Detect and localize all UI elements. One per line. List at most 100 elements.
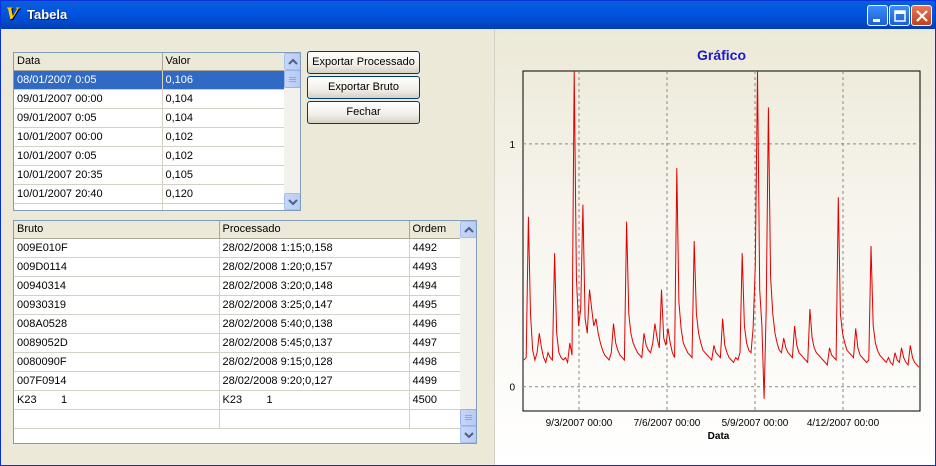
x-tick-label: 9/3/2007 00:00 [546, 418, 613, 429]
table-cell: 007F0914 [14, 371, 220, 391]
table-cell [14, 203, 163, 210]
table-row[interactable]: 10/01/2007 20:40 0,120 [14, 184, 285, 204]
table-cell: 28/02/2008 1:15;0,158 [219, 238, 410, 258]
table-cell: 008A0528 [14, 314, 220, 334]
minimize-button[interactable] [867, 5, 888, 26]
export-processed-button[interactable]: Exportar Processado [307, 51, 420, 74]
table-cell: 4499 [409, 371, 461, 391]
scroll-thumb[interactable] [460, 409, 476, 426]
window-title: Tabela [27, 7, 68, 22]
table-row[interactable]: K23 1 K23 1 4500 [14, 390, 461, 410]
table-cell: 0,120 [162, 184, 285, 204]
app-logo-icon: V [6, 4, 19, 23]
table-cell: 4496 [409, 314, 461, 334]
table-row[interactable]: 09/01/2007 0:05 0,104 [14, 108, 285, 128]
x-tick-label: 4/12/2007 00:00 [807, 418, 880, 429]
table-cell: 28/02/2008 9:15;0,128 [219, 352, 410, 372]
export-raw-button[interactable]: Exportar Bruto [307, 76, 420, 99]
table-cell: 009E010F [14, 238, 220, 258]
scroll-down-button[interactable] [460, 426, 476, 443]
x-tick-label: 7/6/2007 00:00 [634, 418, 701, 429]
chart-panel: Gráfico 0 1 9/3/2007 00:00 7/6/2007 00:00 5/9… [494, 29, 935, 465]
table-cell: 4495 [409, 295, 461, 315]
table-cell [14, 409, 220, 429]
table-cell: 0,102 [162, 146, 285, 166]
table-cell: 4494 [409, 276, 461, 296]
chart-title: Gráfico [697, 47, 746, 63]
top-grid-scrollbar[interactable] [284, 53, 300, 210]
table-cell: 09/01/2007 00:00 [14, 89, 163, 109]
table-cell: 4492 [409, 238, 461, 258]
table-cell: 0,104 [162, 108, 285, 128]
table-cell: 0,104 [162, 89, 285, 109]
raw-processed-grid[interactable]: Bruto Processado Ordem 009E010F 28/02/200… [13, 220, 477, 444]
table-cell: 4500 [409, 390, 461, 410]
table-cell: 4498 [409, 352, 461, 372]
table-row[interactable]: 009E010F 28/02/2008 1:15;0,158 4492 [14, 238, 461, 258]
table-row[interactable]: 009D0114 28/02/2008 1:20;0,157 4493 [14, 257, 461, 277]
scroll-thumb[interactable] [284, 70, 300, 88]
close-button[interactable]: Fechar [307, 101, 420, 124]
table-row[interactable]: 10/01/2007 00:00 0,102 [14, 127, 285, 147]
table-row[interactable]: 007F0914 28/02/2008 9:20;0,127 4499 [14, 371, 461, 391]
column-header-ordem[interactable]: Ordem [409, 221, 461, 239]
table-cell: 00930319 [14, 295, 220, 315]
table-cell: 009D0114 [14, 257, 220, 277]
table-cell: 0,102 [162, 127, 285, 147]
column-header-bruto[interactable]: Bruto [14, 221, 220, 239]
table-cell: 0,106 [162, 70, 285, 90]
table-row[interactable]: 09/01/2007 00:00 0,104 [14, 89, 285, 109]
column-header-processado[interactable]: Processado [219, 221, 410, 239]
table-cell: 28/02/2008 1:20;0,157 [219, 257, 410, 277]
table-cell: 00940314 [14, 276, 220, 296]
app-window: V Tabela Data Valor 08/01/2007 0:05 0,106… [0, 0, 936, 466]
table-row[interactable]: 08/01/2007 0:05 0,106 [14, 70, 285, 90]
table-row[interactable]: 00940314 28/02/2008 3:20;0,148 4494 [14, 276, 461, 296]
title-bar[interactable]: V Tabela [1, 1, 935, 29]
table-row[interactable] [14, 203, 285, 210]
table-cell: 0080090F [14, 352, 220, 372]
chevron-down-icon [288, 199, 298, 206]
table-cell: 28/02/2008 5:40;0,138 [219, 314, 410, 334]
scroll-down-button[interactable] [284, 193, 300, 210]
chevron-up-icon [288, 58, 298, 65]
y-tick-label: 1 [509, 140, 515, 151]
maximize-button[interactable] [889, 5, 910, 26]
table-row[interactable]: 0089052D 28/02/2008 5:45;0,137 4497 [14, 333, 461, 353]
close-window-button[interactable] [911, 5, 932, 26]
chevron-down-icon [464, 432, 474, 439]
data-value-grid[interactable]: Data Valor 08/01/2007 0:05 0,106 09/01/200… [13, 52, 301, 211]
table-row[interactable] [14, 409, 461, 429]
column-header-valor[interactable]: Valor [162, 53, 285, 71]
table-row[interactable]: 10/01/2007 20:35 0,105 [14, 165, 285, 185]
table-cell: 28/02/2008 5:45;0,137 [219, 333, 410, 353]
table-cell: 10/01/2007 20:35 [14, 165, 163, 185]
table-cell: K23 1 [14, 390, 220, 410]
maximize-icon [894, 10, 906, 22]
table-cell: 4493 [409, 257, 461, 277]
table-cell: 28/02/2008 3:25;0,147 [219, 295, 410, 315]
table-cell [219, 409, 410, 429]
table-cell: 10/01/2007 00:00 [14, 127, 163, 147]
table-cell: 10/01/2007 20:40 [14, 184, 163, 204]
table-cell: 4497 [409, 333, 461, 353]
table-cell: 0089052D [14, 333, 220, 353]
table-row[interactable]: 10/01/2007 0:05 0,102 [14, 146, 285, 166]
table-row[interactable]: 00930319 28/02/2008 3:25;0,147 4495 [14, 295, 461, 315]
table-cell: 09/01/2007 0:05 [14, 108, 163, 128]
close-icon [916, 10, 928, 22]
scroll-up-button[interactable] [284, 53, 300, 70]
table-cell: 28/02/2008 3:20;0,148 [219, 276, 410, 296]
minimize-icon [873, 19, 880, 22]
table-row[interactable]: 0080090F 28/02/2008 9:15;0,128 4498 [14, 352, 461, 372]
series-line [523, 70, 920, 399]
x-axis-label: Data [708, 431, 730, 442]
column-header-data[interactable]: Data [14, 53, 163, 71]
bottom-grid-scrollbar[interactable] [460, 221, 476, 443]
table-row[interactable]: 008A0528 28/02/2008 5:40;0,138 4496 [14, 314, 461, 334]
table-cell: 0,105 [162, 165, 285, 185]
table-cell [162, 203, 285, 210]
scroll-up-button[interactable] [460, 221, 476, 238]
x-tick-label: 5/9/2007 00:00 [722, 418, 789, 429]
table-cell: 10/01/2007 0:05 [14, 146, 163, 166]
